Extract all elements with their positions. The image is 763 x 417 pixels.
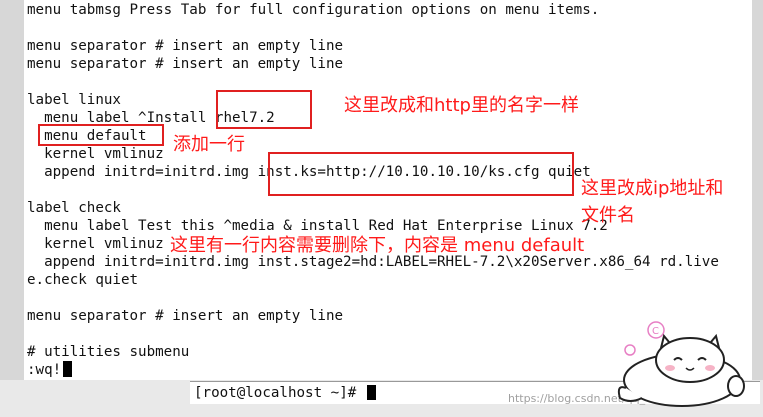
editor-line: label linux	[27, 92, 121, 108]
annotation-ip: 这里改成ip地址和	[581, 178, 724, 199]
vim-command-line[interactable]: :wq!	[27, 361, 73, 379]
editor-line: menu label Test this ^media & install Re…	[27, 218, 608, 234]
editor-line: menu tabmsg Press Tab for full configura…	[27, 2, 600, 18]
editor-line: kernel vmlinuz	[27, 146, 164, 162]
annotation-name: 这里改成和http里的名字一样	[344, 95, 579, 116]
editor-line: # utilities submenu	[27, 344, 190, 360]
annotation-add-line: 添加一行	[173, 134, 245, 155]
window-frame-right	[752, 0, 763, 417]
editor-line: e.check quiet	[27, 272, 139, 288]
highlight-box-name	[216, 90, 312, 129]
highlight-box-ks-url	[268, 152, 574, 196]
shell-prompt: [root@localhost ~]#	[194, 385, 365, 401]
text-cursor	[63, 361, 73, 377]
editor-line: menu separator # insert an empty line	[27, 38, 344, 54]
cat-sticker-icon: C	[617, 321, 745, 407]
annotation-ip-2: 文件名	[581, 205, 635, 226]
editor-line: menu separator # insert an empty line	[27, 56, 344, 72]
command-text: :wq!	[27, 362, 62, 378]
window-frame-left	[0, 0, 24, 417]
editor-line: menu separator # insert an empty line	[27, 308, 344, 324]
editor-line: kernel vmlinuz	[27, 236, 164, 252]
editor-line: label check	[27, 200, 121, 216]
shell-cursor	[366, 385, 376, 400]
annotation-delete: 这里有一行内容需要删除下，内容是 menu default	[170, 235, 585, 256]
highlight-box-menu-default	[38, 124, 164, 146]
svg-text:C: C	[652, 326, 659, 337]
